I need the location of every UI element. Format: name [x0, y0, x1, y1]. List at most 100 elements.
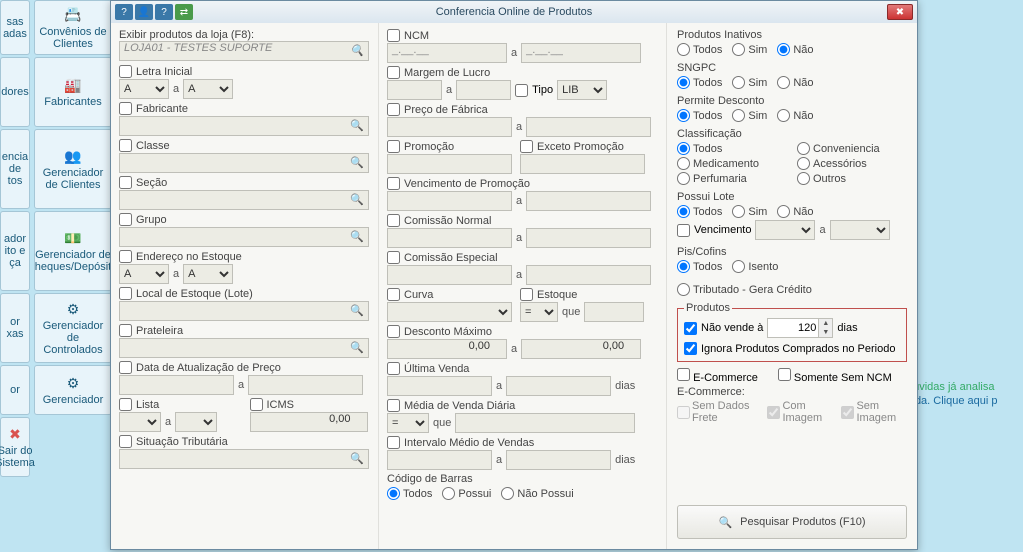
- classif-conv[interactable]: Conveniencia: [797, 142, 907, 155]
- cb-nao-possui[interactable]: Não Possui: [501, 487, 573, 500]
- desconto-nao[interactable]: Não: [777, 109, 813, 122]
- venc-promo-to[interactable]: [526, 191, 651, 211]
- lista-to[interactable]: [175, 412, 217, 432]
- preco-from[interactable]: [387, 117, 512, 137]
- classif-acess[interactable]: Acessórios: [797, 157, 907, 170]
- ncm-check[interactable]: [387, 29, 400, 42]
- local-check[interactable]: [119, 287, 132, 300]
- ecommerce-check-row[interactable]: E-Commerce: [677, 368, 758, 384]
- ignora-check[interactable]: [684, 342, 697, 355]
- nao-vende-value[interactable]: [768, 319, 818, 337]
- fabricante-check[interactable]: [119, 102, 132, 115]
- spinner-down-icon[interactable]: ▼: [819, 328, 832, 337]
- ribbon-btn-partial-5[interactable]: or xas: [0, 293, 30, 363]
- icms-input[interactable]: 0,00: [250, 412, 368, 432]
- data-from[interactable]: [119, 375, 234, 395]
- venc-from[interactable]: [755, 220, 815, 240]
- nao-vende-check[interactable]: [684, 322, 697, 335]
- ribbon-btn-partial-3[interactable]: encia de tos: [0, 129, 30, 209]
- cb-todos[interactable]: Todos: [387, 487, 432, 500]
- ultima-check[interactable]: [387, 362, 400, 375]
- ribbon-btn-ger-controlados[interactable]: ⚙Gerenciador de Controlados: [34, 293, 112, 363]
- inativos-sim[interactable]: Sim: [732, 43, 767, 56]
- lote-todos[interactable]: Todos: [677, 205, 722, 218]
- endereco-from[interactable]: A: [119, 264, 169, 284]
- prateleira-check[interactable]: [119, 324, 132, 337]
- desc-max-check[interactable]: [387, 325, 400, 338]
- preco-to[interactable]: [526, 117, 651, 137]
- ribbon-btn-convenios[interactable]: 📇Convênios de Clientes: [34, 0, 112, 55]
- com-normal-check[interactable]: [387, 214, 400, 227]
- estoque-val[interactable]: [584, 302, 644, 322]
- curva-check[interactable]: [387, 288, 400, 301]
- ribbon-btn-partial-6[interactable]: or: [0, 365, 30, 415]
- curva-select[interactable]: [387, 302, 512, 322]
- fabricante-input[interactable]: [119, 116, 369, 136]
- ncm-to[interactable]: _.__.__: [521, 43, 641, 63]
- media-val[interactable]: [455, 413, 635, 433]
- ecommerce-check[interactable]: [677, 368, 690, 381]
- classe-input[interactable]: [119, 153, 369, 173]
- ribbon-btn-ger-cheques[interactable]: 💵Gerenciador de heques/Depósit: [34, 211, 112, 291]
- promocao-check[interactable]: [387, 140, 400, 153]
- nao-vende-spinner[interactable]: ▲▼: [767, 318, 833, 338]
- exceto-input[interactable]: [520, 154, 645, 174]
- ultima-to[interactable]: [506, 376, 611, 396]
- estoque-op[interactable]: =: [520, 302, 558, 322]
- ribbon-btn-ger[interactable]: ⚙Gerenciador: [34, 365, 112, 415]
- secao-check[interactable]: [119, 176, 132, 189]
- pesquisar-produtos-button[interactable]: Pesquisar Produtos (F10): [677, 505, 907, 539]
- classif-med[interactable]: Medicamento: [677, 157, 787, 170]
- preco-check[interactable]: [387, 103, 400, 116]
- data-atual-check[interactable]: [119, 361, 132, 374]
- exceto-check[interactable]: [520, 140, 533, 153]
- tipo-check[interactable]: [515, 84, 528, 97]
- ribbon-btn-fabricantes[interactable]: 🏭Fabricantes: [34, 57, 112, 127]
- pis-tributado[interactable]: Tributado - Gera Crédito: [677, 283, 812, 296]
- endereco-to[interactable]: A: [183, 264, 233, 284]
- sngpc-nao[interactable]: Não: [777, 76, 813, 89]
- lote-nao[interactable]: Não: [777, 205, 813, 218]
- grupo-check[interactable]: [119, 213, 132, 226]
- exit-button[interactable]: ✖Sair do Sistema: [0, 417, 30, 477]
- venc-to[interactable]: [830, 220, 890, 240]
- ribbon-btn-partial-2[interactable]: dores: [0, 57, 30, 127]
- classe-check[interactable]: [119, 139, 132, 152]
- grupo-input[interactable]: [119, 227, 369, 247]
- ribbon-btn-partial-4[interactable]: ador ito e ça: [0, 211, 30, 291]
- intervalo-check[interactable]: [387, 436, 400, 449]
- data-to[interactable]: [248, 375, 363, 395]
- tipo-select[interactable]: LIB: [557, 80, 607, 100]
- com-esp-check[interactable]: [387, 251, 400, 264]
- icms-check[interactable]: [250, 398, 263, 411]
- com-normal-from[interactable]: [387, 228, 512, 248]
- inativos-todos[interactable]: Todos: [677, 43, 722, 56]
- media-op[interactable]: =: [387, 413, 429, 433]
- com-esp-to[interactable]: [526, 265, 651, 285]
- local-input[interactable]: [119, 301, 369, 321]
- margem-check[interactable]: [387, 66, 400, 79]
- secao-input[interactable]: [119, 190, 369, 210]
- com-esp-from[interactable]: [387, 265, 512, 285]
- endereco-check[interactable]: [119, 250, 132, 263]
- media-check[interactable]: [387, 399, 400, 412]
- lista-check[interactable]: [119, 398, 132, 411]
- promocao-input[interactable]: [387, 154, 512, 174]
- sngpc-todos[interactable]: Todos: [677, 76, 722, 89]
- com-normal-to[interactable]: [526, 228, 651, 248]
- ncm-from[interactable]: _.__.__: [387, 43, 507, 63]
- store-select[interactable]: LOJA01 - TESTES SUPORTE: [119, 41, 369, 61]
- somente-ncm-row[interactable]: Somente Sem NCM: [778, 368, 892, 384]
- letra-from[interactable]: A: [119, 79, 169, 99]
- pis-todos[interactable]: Todos: [677, 260, 722, 273]
- venc-check[interactable]: [677, 224, 690, 237]
- desconto-sim[interactable]: Sim: [732, 109, 767, 122]
- desconto-todos[interactable]: Todos: [677, 109, 722, 122]
- window-close-button[interactable]: ✖: [887, 4, 913, 20]
- situacao-input[interactable]: [119, 449, 369, 469]
- margem-from[interactable]: [387, 80, 442, 100]
- spinner-up-icon[interactable]: ▲: [819, 319, 832, 328]
- prateleira-input[interactable]: [119, 338, 369, 358]
- classif-perf[interactable]: Perfumaria: [677, 172, 787, 185]
- ribbon-btn-partial-1[interactable]: sas adas: [0, 0, 30, 55]
